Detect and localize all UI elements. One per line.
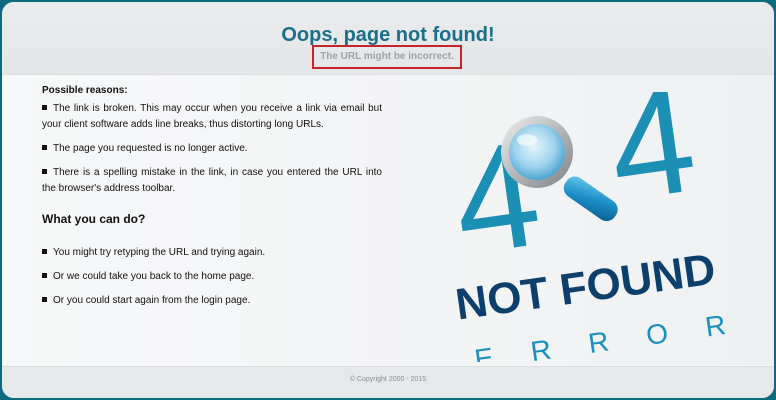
- 404-not-found-graphic: 4 4 NOT FOUND ERROR: [444, 92, 752, 362]
- action-text: You might try retyping the URL and tryin…: [53, 247, 266, 258]
- bullet-square-icon: [42, 273, 47, 278]
- reason-text: The page you requested is no longer acti…: [53, 143, 248, 154]
- page-footer: © Copyright 2000 - 2015: [2, 366, 774, 398]
- reason-item: The page you requested is no longer acti…: [42, 141, 382, 157]
- reason-item: There is a spelling mistake in the link,…: [42, 165, 382, 197]
- action-item: Or we could take you back to the home pa…: [42, 269, 382, 285]
- reason-text: The link is broken. This may occur when …: [42, 103, 382, 130]
- reason-item: The link is broken. This may occur when …: [42, 101, 382, 133]
- action-item: You might try retyping the URL and tryin…: [42, 245, 382, 261]
- bullet-square-icon: [42, 249, 47, 254]
- page-header: Oops, page not found! The URL might be i…: [2, 2, 774, 75]
- possible-reasons-heading: Possible reasons:: [42, 85, 128, 96]
- bullet-square-icon: [42, 145, 47, 150]
- page-frame: Oops, page not found! The URL might be i…: [2, 2, 774, 398]
- action-text: Or you could start again from the login …: [53, 295, 251, 306]
- action-text: Or we could take you back to the home pa…: [53, 271, 255, 282]
- what-you-can-do-heading: What you can do?: [42, 212, 146, 226]
- reason-text: There is a spelling mistake in the link,…: [42, 167, 382, 194]
- url-incorrect-notice: The URL might be incorrect.: [312, 45, 462, 69]
- copyright-text: © Copyright 2000 - 2015: [349, 376, 427, 383]
- action-item: Or you could start again from the login …: [42, 293, 382, 309]
- bullet-square-icon: [42, 169, 47, 174]
- bullet-square-icon: [42, 297, 47, 302]
- bullet-square-icon: [42, 105, 47, 110]
- page-title: Oops, page not found!: [281, 24, 495, 46]
